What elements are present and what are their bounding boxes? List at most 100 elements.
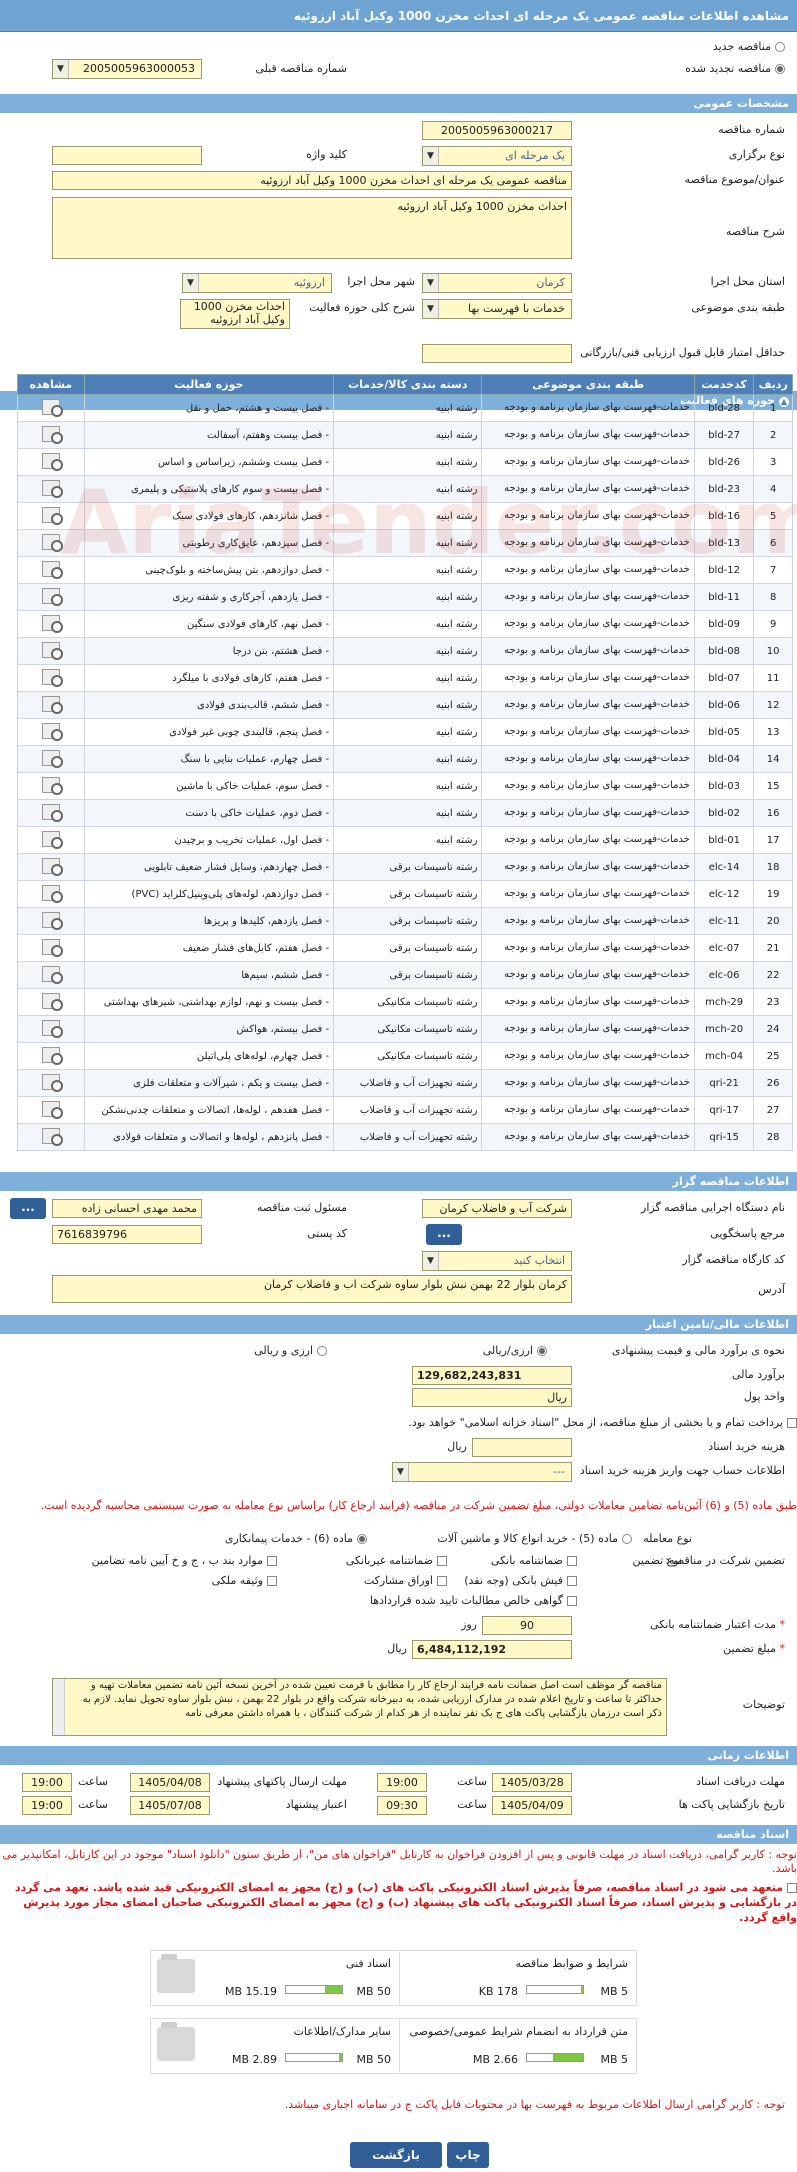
radio-currency-and-rial[interactable]: ارزی و ریالی (254, 1344, 327, 1357)
opening-date[interactable]: 1405/04/09 (492, 1796, 572, 1815)
view-details-icon[interactable] (41, 965, 63, 984)
back-button[interactable]: بازگشت (350, 2142, 442, 2168)
acct-select[interactable]: ▼ --- (392, 1462, 572, 1482)
view-details-icon[interactable] (41, 452, 63, 471)
checkbox-box[interactable] (437, 1556, 447, 1566)
tender-number-field[interactable]: 2005005963000217 (422, 121, 572, 140)
doc-deadline-time[interactable]: 19:00 (377, 1773, 427, 1792)
radio-circle[interactable] (317, 1346, 327, 1356)
view-details-icon[interactable] (41, 587, 63, 606)
check-nonbank-guarantee[interactable]: ضمانتنامه غیربانکی (346, 1554, 447, 1567)
doc-deadline-date[interactable]: 1405/03/28 (492, 1773, 572, 1792)
view-details-icon[interactable] (41, 884, 63, 903)
view-details-icon[interactable] (41, 614, 63, 633)
radio-circle[interactable] (537, 1346, 547, 1356)
treasury-checkbox[interactable]: پرداخت تمام و یا بخشی از مبلغ مناقصه، از… (408, 1416, 797, 1429)
keyword-field[interactable] (52, 146, 202, 165)
checkbox-box[interactable] (567, 1556, 577, 1566)
view-details-icon[interactable] (41, 479, 63, 498)
city-select[interactable]: ▼ ارزوئیه (182, 273, 332, 293)
radio-deal-5[interactable]: ماده (5) - خرید انواع کالا و ماشین آلات (437, 1532, 632, 1545)
file-block-technical[interactable]: اسناد فنی 50 MB 15.19 MB (150, 1950, 400, 2006)
view-details-icon[interactable] (41, 1100, 63, 1119)
file-block-other[interactable]: سایر مدارک/اطلاعات 50 MB 2.89 MB (150, 2018, 400, 2074)
unit-select[interactable]: ▼ انتخاب کنید (422, 1251, 572, 1271)
file-progress-fill (325, 1986, 342, 1993)
validity-time[interactable]: 19:00 (22, 1796, 72, 1815)
resp-field[interactable]: محمد مهدی احسانی زاده (52, 1199, 202, 1218)
check-other-guarantee[interactable]: موارد بند ب ، ج و خ آیین نامه تضامین (92, 1554, 277, 1567)
view-details-icon[interactable] (41, 938, 63, 957)
checkbox-box[interactable] (567, 1596, 577, 1606)
currency-unit-field[interactable]: ریال (412, 1388, 572, 1407)
checkbox-box[interactable] (267, 1576, 277, 1586)
radio-circle[interactable] (622, 1534, 632, 1544)
radio-currency-rial[interactable]: ارزی/ریالی (483, 1344, 547, 1357)
radio-circle[interactable] (357, 1534, 367, 1544)
validity-field[interactable]: 90 (482, 1616, 572, 1635)
offer-deadline-time[interactable]: 19:00 (22, 1773, 72, 1792)
view-details-icon[interactable] (41, 1019, 63, 1038)
view-details-icon[interactable] (41, 1073, 63, 1092)
check-property[interactable]: وثیقه ملکی (212, 1574, 277, 1587)
check-claims[interactable]: گواهی خالص مطالبات تایید شده قراردادها (370, 1594, 577, 1607)
radio-deal-6[interactable]: ماده (6) - خدمات پیمانکاری (225, 1532, 367, 1545)
view-details-icon[interactable] (41, 830, 63, 849)
subject-field[interactable]: مناقصه عمومی یک مرحله ای احداث مخزن 1000… (52, 171, 572, 190)
resp-lookup-button[interactable]: ... (10, 1198, 46, 1219)
doc-cost-field[interactable] (472, 1438, 572, 1457)
docs-commitment[interactable]: متعهد می شود در اسناد مناقصه، صرفاً پذیر… (0, 1880, 797, 1925)
table-cell: 8 (753, 583, 793, 611)
prev-number-select[interactable]: ▼ 2005005963000053 (52, 59, 202, 79)
notes-field[interactable]: مناقصه گر موظف است اصل ضمانت نامه فرایند… (52, 1678, 667, 1736)
min-score-field[interactable] (422, 344, 572, 363)
radio-circle[interactable] (775, 42, 785, 52)
view-details-icon[interactable] (41, 506, 63, 525)
view-details-icon[interactable] (41, 803, 63, 822)
checkbox-box[interactable] (567, 1576, 577, 1586)
radio-circle[interactable] (775, 64, 785, 74)
radio-new-tender[interactable]: مناقصه جدید (713, 40, 785, 53)
desc-field[interactable]: احداث مخزن 1000 وکیل آباد ارزوئیه (52, 197, 572, 259)
checkbox-box[interactable] (787, 1883, 797, 1893)
view-details-icon[interactable] (41, 749, 63, 768)
offer-deadline-date[interactable]: 1405/04/08 (130, 1773, 210, 1792)
validity-date[interactable]: 1405/07/08 (130, 1796, 210, 1815)
type-select[interactable]: ▼ یک مرحله ای (422, 146, 572, 166)
view-details-icon[interactable] (41, 857, 63, 876)
view-details-icon[interactable] (41, 911, 63, 930)
addr-field[interactable]: کرمان بلوار 22 بهمن نبش بلوار ساوه شرکت … (52, 1275, 572, 1303)
view-details-icon[interactable] (41, 695, 63, 714)
checkbox-box[interactable] (267, 1556, 277, 1566)
view-details-icon[interactable] (41, 1127, 63, 1146)
checkbox-box[interactable] (437, 1576, 447, 1586)
category-select[interactable]: ▼ خدمات با فهرست بها (422, 299, 572, 319)
checkbox-box[interactable] (787, 1418, 797, 1428)
folder-icon[interactable] (157, 1954, 195, 1993)
check-cash[interactable]: فیش بانکی (وجه نقد) (464, 1574, 577, 1587)
view-details-icon[interactable] (41, 560, 63, 579)
check-bonds[interactable]: اوراق مشارکت (364, 1574, 447, 1587)
radio-renewed-tender[interactable]: مناقصه تجدید شده (685, 62, 785, 75)
opening-time[interactable]: 09:30 (377, 1796, 427, 1815)
notes-scrollbar[interactable] (53, 1679, 65, 1735)
view-details-icon[interactable] (41, 1046, 63, 1065)
postal-field[interactable]: 7616839796 (52, 1225, 202, 1244)
view-details-icon[interactable] (41, 992, 63, 1011)
view-details-icon[interactable] (41, 668, 63, 687)
view-details-icon[interactable] (41, 425, 63, 444)
view-details-icon[interactable] (41, 641, 63, 660)
view-details-icon[interactable] (41, 722, 63, 741)
folder-icon[interactable] (157, 2022, 195, 2061)
view-details-icon[interactable] (41, 398, 63, 417)
check-bank-guarantee[interactable]: ضمانتنامه بانکی (491, 1554, 577, 1567)
view-details-icon[interactable] (41, 533, 63, 552)
view-details-icon[interactable] (41, 776, 63, 795)
scope-field[interactable]: احداث مخزن 1000 وکیل آباد ارزوئیه (180, 299, 290, 329)
print-button[interactable]: چاپ (447, 2142, 489, 2168)
province-select[interactable]: ▼ کرمان (422, 273, 572, 293)
budget-field[interactable]: 129,682,243,831 (412, 1366, 572, 1385)
ref-lookup-button[interactable]: ... (426, 1224, 462, 1245)
amount-field[interactable]: 6,484,112,192 (412, 1640, 572, 1659)
org-name-field[interactable]: شرکت آب و فاضلاب کرمان (422, 1199, 572, 1218)
